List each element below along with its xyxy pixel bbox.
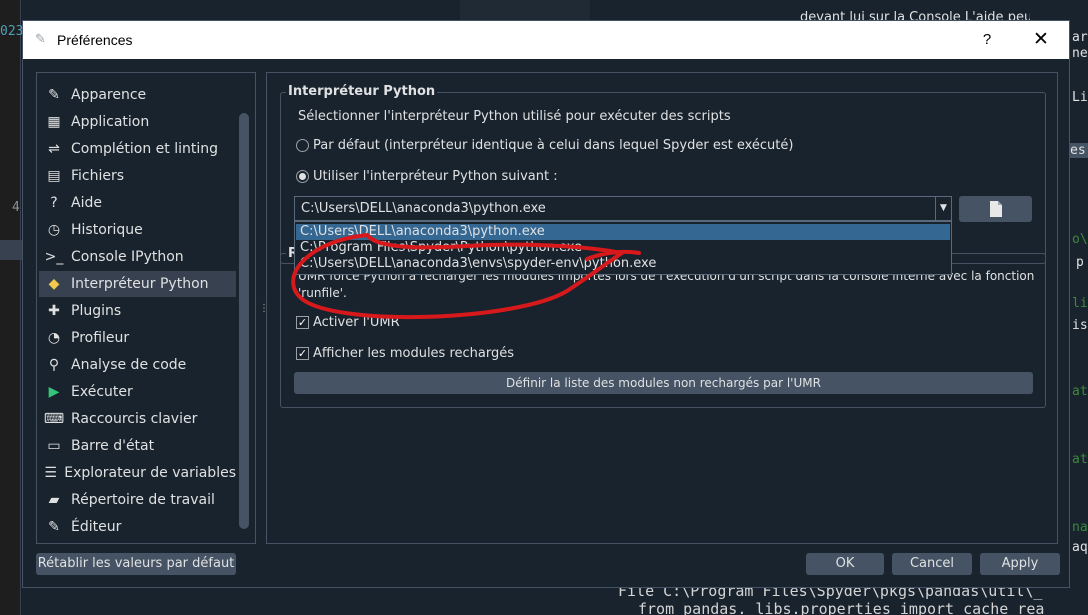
sidebar-item-label: Fichiers [71, 168, 125, 184]
background-text-fragment: es [1068, 143, 1088, 158]
sidebar-item-label: Analyse de code [71, 357, 187, 373]
puzzle-icon: ✚ [48, 303, 60, 319]
sidebar-item-label: Explorateur de variables [64, 465, 236, 481]
background-text-fragment: at [1072, 384, 1088, 399]
sidebar-item-label: Éditeur [71, 519, 122, 535]
sidebar-item[interactable]: ✎ Éditeur [39, 514, 236, 540]
background-editor-strip [0, 0, 22, 615]
sidebar-item[interactable]: ▭ Barre d'état [39, 433, 236, 459]
sidebar-item-label: Interpréteur Python [71, 276, 209, 292]
ok-button[interactable]: OK [806, 553, 884, 575]
background-line-number: 4 [12, 200, 20, 215]
code-analysis-icon: ⚲ [48, 357, 60, 373]
sidebar-item[interactable]: ▶ Exécuter [39, 379, 236, 405]
sidebar-item[interactable]: ✚ Plugins [39, 298, 236, 324]
editor-icon: ✎ [48, 519, 60, 535]
console-icon: >_ [44, 249, 64, 265]
sidebar-item-label: Console IPython [71, 249, 184, 265]
sidebar-item-label: Apparence [71, 87, 147, 103]
help-button[interactable]: ? [967, 25, 1007, 55]
sidebar-item[interactable]: ⇌ Complétion et linting [39, 136, 236, 162]
folder-icon: ▰ [48, 492, 60, 508]
completion-icon: ⇌ [48, 141, 60, 157]
preferences-dialog: ✎ Préférences ? ✕ ✎ Apparence ▦ Application… [22, 20, 1070, 588]
sidebar-item[interactable]: ▤ Fichiers [39, 163, 236, 189]
files-icon: ▤ [47, 168, 61, 184]
sidebar-item-label: Répertoire de travail [71, 492, 215, 508]
sidebar-item-label: Historique [71, 222, 143, 238]
sidebar-item[interactable]: ? Aide [39, 190, 236, 216]
sidebar-item[interactable]: ⚲ Analyse de code [39, 352, 236, 378]
dialog-title: Préférences [57, 32, 133, 48]
splitter-handle[interactable]: ⋮ [259, 303, 269, 314]
statusbar-icon: ▭ [47, 438, 61, 454]
background-text-fragment: are [1072, 30, 1088, 45]
paint-brush-icon: ✎ [48, 87, 60, 103]
keyboard-icon: ⌨ [43, 411, 65, 427]
sidebar-item[interactable]: ⌨ Raccourcis clavier [39, 406, 236, 432]
background-text-fragment: na [1072, 520, 1088, 535]
sidebar-item[interactable]: ◔ Profileur [39, 325, 236, 351]
background-text-fragment: o\ [1072, 232, 1088, 247]
terminal-icon: ▣ [43, 543, 65, 544]
background-text-fragment: p [1076, 255, 1084, 270]
stopwatch-icon: ◔ [47, 330, 61, 346]
run-icon: ▶ [48, 384, 60, 400]
sidebar-item-label: Raccourcis clavier [71, 411, 198, 427]
background-line-number: 023 [0, 24, 24, 39]
background-text-fragment: lit [1072, 296, 1088, 311]
background-console-line: from pandas._libs.properties import cach… [638, 600, 1045, 615]
dialog-titlebar[interactable]: ✎ Préférences ? ✕ [23, 21, 1069, 59]
sidebar-item-label: Complétion et linting [71, 141, 218, 157]
sidebar-item[interactable]: ▦ Application [39, 109, 236, 135]
help-icon: ? [50, 195, 58, 211]
background-text-fragment: ner [1072, 46, 1088, 61]
sidebar-item-label: Profileur [71, 330, 130, 346]
sidebar-item[interactable]: ▣Terminal [39, 541, 236, 544]
sidebar-item-label: Barre d'état [71, 438, 155, 454]
sidebar-item-label: Plugins [71, 303, 122, 319]
sidebar-item-label: Application [71, 114, 150, 130]
background-text-fragment: at [1072, 452, 1088, 467]
reset-defaults-button[interactable]: Rétablir les valeurs par défaut [36, 553, 236, 575]
sidebar-item[interactable]: ✎ Apparence [39, 82, 236, 108]
cancel-button[interactable]: Cancel [892, 553, 972, 575]
sidebar-item[interactable]: ☰ Explorateur de variables [39, 460, 236, 486]
sidebar-item[interactable]: ◷ Historique [39, 217, 236, 243]
preferences-sidebar: ✎ Apparence ▦ Application ⇌ Complétion et lin… [36, 72, 256, 544]
history-icon: ◷ [47, 222, 61, 238]
sidebar-item-label: Exécuter [71, 384, 133, 400]
background-text-fragment: aq [1072, 540, 1088, 555]
sidebar-scrollbar[interactable] [239, 113, 249, 529]
spyder-app-icon: ✎ [35, 32, 46, 47]
close-button[interactable]: ✕ [1019, 25, 1063, 55]
variable-explorer-icon: ☰ [44, 465, 57, 481]
sidebar-item[interactable]: >_ Console IPython [39, 244, 236, 270]
background-divider [20, 0, 21, 615]
application-icon: ▦ [47, 114, 61, 130]
sidebar-item[interactable]: ◆ Interpréteur Python [39, 271, 236, 297]
background-text-fragment: is [1072, 318, 1088, 333]
background-text-fragment: Lise [1072, 90, 1088, 105]
red-annotation-circle [291, 233, 641, 319]
apply-button[interactable]: Apply [980, 553, 1060, 575]
background-gutter-highlight [0, 240, 22, 260]
python-icon: ◆ [48, 276, 60, 292]
sidebar-item[interactable]: ▰ Répertoire de travail [39, 487, 236, 513]
settings-panel: Interpréteur Python Sélectionner l'inter… [266, 72, 1058, 544]
sidebar-item-label: Aide [71, 195, 102, 211]
background-pane-top [460, 0, 590, 22]
